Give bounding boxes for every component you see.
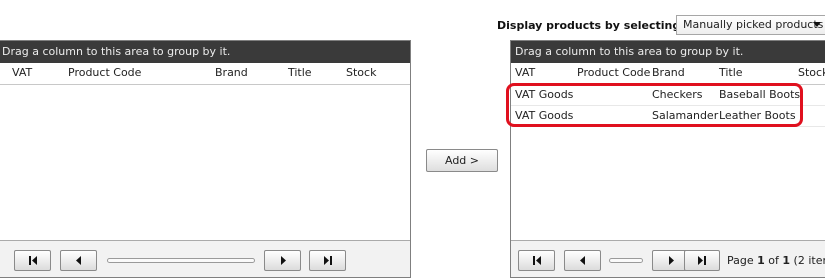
column-header-stock[interactable]: Stock bbox=[798, 63, 825, 83]
item-count: (2 items) bbox=[793, 254, 825, 267]
cell-title: Leather Boots bbox=[719, 109, 796, 122]
column-header-stock[interactable]: Stock bbox=[346, 63, 376, 83]
selector-row: Display products by selecting: Manually … bbox=[0, 0, 825, 40]
page-slider[interactable] bbox=[609, 258, 643, 263]
cell-brand: Salamander bbox=[652, 109, 719, 122]
group-by-panel[interactable]: Drag a column to this area to group by i… bbox=[0, 41, 410, 63]
first-page-button[interactable] bbox=[14, 250, 51, 271]
display-products-label: Display products by selecting: bbox=[497, 19, 685, 32]
cell-vat: VAT Goods bbox=[515, 88, 574, 101]
next-page-icon bbox=[668, 256, 674, 265]
grid-pager bbox=[0, 240, 410, 277]
last-page-button[interactable] bbox=[309, 250, 346, 271]
grid-header: VAT Product Code Brand Title Stock bbox=[0, 63, 410, 85]
next-page-button[interactable] bbox=[264, 250, 301, 271]
current-page: 1 bbox=[757, 254, 765, 267]
add-button[interactable]: Add > bbox=[426, 149, 498, 172]
total-pages: 1 bbox=[782, 254, 791, 267]
page-prefix: Page bbox=[727, 254, 758, 267]
group-by-panel[interactable]: Drag a column to this area to group by i… bbox=[511, 41, 825, 63]
page-info: Page 1 of 1 (2 items) bbox=[727, 254, 825, 267]
first-page-icon bbox=[28, 256, 37, 265]
grid-header: VAT Product Code Brand Title Stock bbox=[511, 63, 825, 85]
page-slider[interactable] bbox=[107, 258, 255, 263]
selected-products-grid: Drag a column to this area to group by i… bbox=[510, 40, 825, 278]
previous-page-icon bbox=[579, 256, 585, 265]
cell-title: Baseball Boots bbox=[719, 88, 801, 101]
column-header-title[interactable]: Title bbox=[719, 63, 743, 83]
column-header-brand[interactable]: Brand bbox=[215, 63, 248, 83]
previous-page-button[interactable] bbox=[60, 250, 97, 271]
dropdown-selected-value: Manually picked products bbox=[683, 18, 824, 31]
next-page-icon bbox=[280, 256, 286, 265]
column-header-vat[interactable]: VAT bbox=[515, 63, 535, 83]
product-selection-dropdown[interactable]: Manually picked products bbox=[676, 15, 825, 35]
grid-pager: Page 1 of 1 (2 items) bbox=[511, 240, 825, 277]
cell-brand: Checkers bbox=[652, 88, 703, 101]
last-page-icon bbox=[323, 256, 332, 265]
cell-vat: VAT Goods bbox=[515, 109, 574, 122]
table-row[interactable]: VAT Goods Salamander Leather Boots bbox=[511, 106, 825, 127]
column-header-brand[interactable]: Brand bbox=[652, 63, 685, 83]
chevron-down-icon[interactable] bbox=[813, 22, 821, 27]
column-header-vat[interactable]: VAT bbox=[12, 63, 32, 83]
group-by-hint: Drag a column to this area to group by i… bbox=[2, 45, 231, 58]
column-header-product-code[interactable]: Product Code bbox=[68, 63, 141, 83]
table-row[interactable]: VAT Goods Checkers Baseball Boots bbox=[511, 85, 825, 106]
previous-page-button[interactable] bbox=[564, 250, 601, 271]
previous-page-icon bbox=[75, 256, 81, 265]
column-header-product-code[interactable]: Product Code bbox=[577, 63, 650, 83]
group-by-hint: Drag a column to this area to group by i… bbox=[515, 45, 744, 58]
first-page-icon bbox=[532, 256, 541, 265]
column-header-title[interactable]: Title bbox=[288, 63, 312, 83]
last-page-icon bbox=[698, 256, 706, 265]
last-page-button[interactable] bbox=[684, 250, 720, 271]
available-products-grid: Drag a column to this area to group by i… bbox=[0, 40, 411, 278]
page-of: of bbox=[764, 254, 783, 267]
first-page-button[interactable] bbox=[518, 250, 555, 271]
